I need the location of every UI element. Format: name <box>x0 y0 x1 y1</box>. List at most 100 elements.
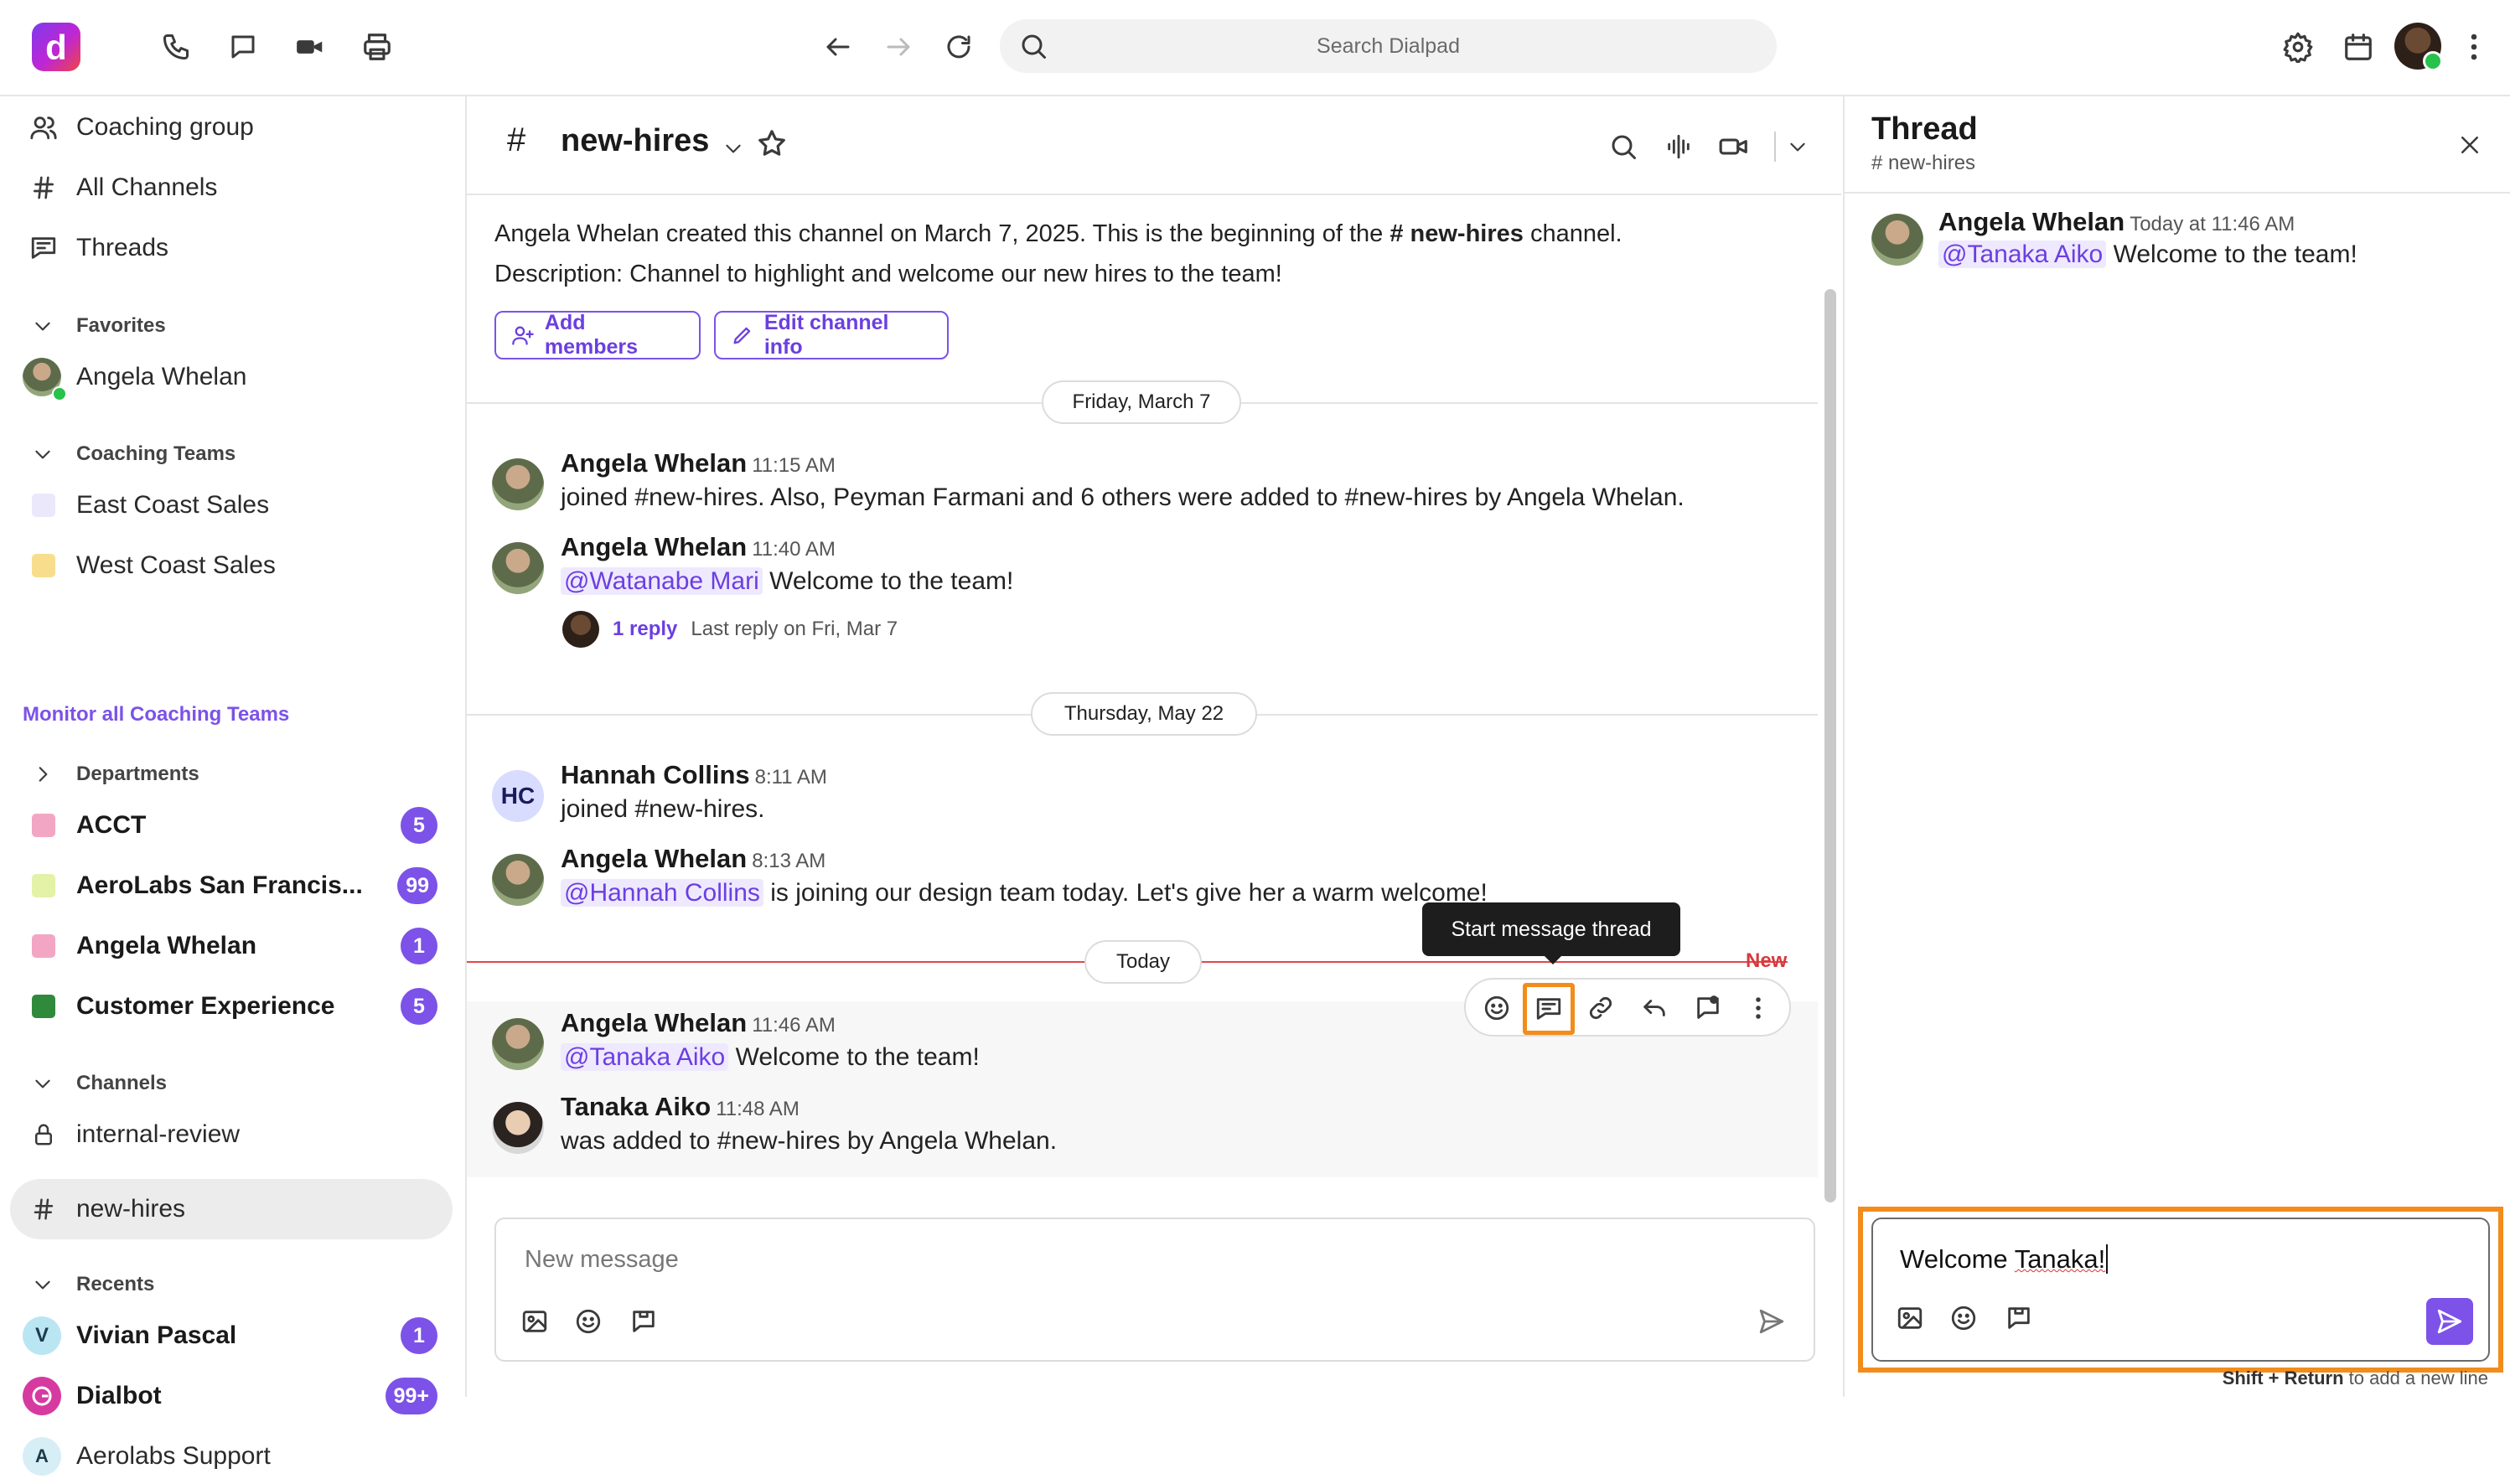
message-composer[interactable]: New message <box>494 1218 1815 1362</box>
header-separator <box>1774 132 1776 162</box>
thread-reply-composer[interactable]: Welcome Tanaka! <box>1871 1218 2490 1362</box>
gif-message-icon[interactable] <box>2000 1300 2037 1337</box>
emoji-reaction-icon[interactable] <box>1476 987 1518 1029</box>
monitor-coaching-teams-link[interactable]: Monitor all Coaching Teams <box>23 703 289 726</box>
more-vertical-icon[interactable] <box>2452 25 2496 69</box>
sidebar-item-angela-whelan-dept[interactable]: Angela Whelan 1 <box>0 918 465 974</box>
image-icon[interactable] <box>1892 1300 1928 1337</box>
video-icon[interactable] <box>288 25 332 69</box>
sidebar-item-label: ACCT <box>76 811 147 839</box>
sidebar-item-angela-whelan-favorite[interactable]: Angela Whelan <box>0 349 465 405</box>
flag-message-icon[interactable] <box>1687 987 1729 1029</box>
input-text-misspelled: Tanaka! <box>2014 1244 2106 1274</box>
section-channels[interactable]: Channels <box>0 1065 465 1102</box>
mention[interactable]: @Tanaka Aiko <box>1938 240 2107 268</box>
emoji-icon[interactable] <box>570 1303 607 1340</box>
settings-gear-icon[interactable] <box>2276 25 2320 69</box>
user-avatar[interactable] <box>2394 23 2443 71</box>
avatar <box>1871 214 1923 266</box>
avatar <box>562 611 599 648</box>
unread-badge: 1 <box>401 928 437 964</box>
sidebar-item-west-coast-sales[interactable]: West Coast Sales <box>0 538 465 593</box>
sidebar-item-east-coast-sales[interactable]: East Coast Sales <box>0 478 465 533</box>
sidebar-item-new-hires[interactable]: new-hires <box>0 1182 465 1237</box>
hash-icon <box>28 173 59 203</box>
message-time: 8:11 AM <box>754 766 827 789</box>
tooltip: Start message thread <box>1422 902 1680 964</box>
sidebar-item-all-channels[interactable]: All Channels <box>0 160 465 215</box>
calendar-icon[interactable] <box>2337 25 2380 69</box>
section-recents[interactable]: Recents <box>0 1266 465 1303</box>
printer-icon[interactable] <box>355 25 399 69</box>
link-icon[interactable] <box>1580 987 1622 1029</box>
thread-reply-input: Welcome Tanaka! <box>1900 1244 2109 1275</box>
sidebar-item-threads[interactable]: Threads <box>0 220 465 276</box>
thread-channel[interactable]: # new-hires <box>1871 152 1975 175</box>
sidebar-item-label: All Channels <box>76 173 218 201</box>
section-title: Favorites <box>76 314 166 337</box>
hint-shortcut: Shift + Return <box>2222 1368 2344 1388</box>
star-icon[interactable] <box>753 125 790 162</box>
video-call-icon[interactable] <box>1716 128 1752 165</box>
start-thread-icon[interactable] <box>1523 983 1575 1035</box>
sidebar: Coaching group All Channels Threads Favo… <box>0 96 467 1476</box>
chevron-down-icon[interactable] <box>715 130 752 167</box>
forward-arrow-icon[interactable] <box>877 25 920 69</box>
avatar: V <box>23 1316 61 1355</box>
reply-icon[interactable] <box>1633 987 1675 1029</box>
back-arrow-icon[interactable] <box>816 25 860 69</box>
send-button[interactable] <box>2426 1298 2473 1345</box>
search-icon[interactable] <box>1605 128 1642 165</box>
message-time: 11:48 AM <box>716 1098 800 1120</box>
gif-message-icon[interactable] <box>625 1303 662 1340</box>
sidebar-item-coaching-group[interactable]: Coaching group <box>0 100 465 155</box>
avatar <box>492 1102 544 1154</box>
search-bar[interactable]: Search Dialpad <box>1000 19 1777 73</box>
department-color-swatch <box>32 934 55 958</box>
message-body: Welcome to the team! <box>762 567 1014 595</box>
audio-waveform-icon[interactable] <box>1660 128 1697 165</box>
sidebar-item-label: Aerolabs Support <box>76 1442 271 1470</box>
phone-icon[interactable] <box>154 25 198 69</box>
dialpad-logo[interactable]: d <box>32 23 80 71</box>
sidebar-item-label: East Coast Sales <box>76 491 270 519</box>
sidebar-item-dialbot[interactable]: Dialbot 99+ <box>0 1368 465 1424</box>
date-separator: Friday, March 7 <box>1042 380 1241 424</box>
top-bar: d Search Dialpad <box>0 0 2510 96</box>
refresh-icon[interactable] <box>937 25 981 69</box>
sidebar-item-vivian-pascal[interactable]: V Vivian Pascal 1 <box>0 1308 465 1363</box>
image-icon[interactable] <box>516 1303 553 1340</box>
sidebar-item-internal-review[interactable]: internal-review <box>0 1107 465 1162</box>
sidebar-item-aerolabs-support[interactable]: A Aerolabs Support <box>0 1429 465 1484</box>
thread-header-divider <box>1845 192 2510 194</box>
close-icon[interactable] <box>2451 127 2488 163</box>
sidebar-item-aerolabs[interactable]: AeroLabs San Francis... 99 <box>0 858 465 913</box>
emoji-icon[interactable] <box>1945 1300 1982 1337</box>
scrollbar[interactable] <box>1824 289 1836 1202</box>
chevron-down-icon <box>32 1274 54 1295</box>
section-favorites[interactable]: Favorites <box>0 308 465 344</box>
mention[interactable]: @Watanabe Mari <box>561 567 763 595</box>
mention[interactable]: @Tanaka Aiko <box>561 1043 729 1071</box>
channel-name[interactable]: new-hires <box>561 123 709 159</box>
section-coaching-teams[interactable]: Coaching Teams <box>0 436 465 473</box>
lock-icon <box>28 1119 59 1150</box>
more-actions-icon[interactable] <box>1737 987 1779 1029</box>
sidebar-item-acct[interactable]: ACCT 5 <box>0 798 465 853</box>
chevron-down-icon <box>32 1073 54 1094</box>
message-icon[interactable] <box>221 25 265 69</box>
hint-text: to add a new line <box>2343 1368 2488 1388</box>
section-departments[interactable]: Departments <box>0 756 465 793</box>
thread-replies[interactable]: 1 reply Last reply on Fri, Mar 7 <box>562 611 898 648</box>
reply-count[interactable]: 1 reply <box>613 618 677 641</box>
channel-header: # new-hires <box>467 96 1841 195</box>
mention[interactable]: @Hannah Collins <box>561 879 763 907</box>
intro-text: channel. <box>1523 220 1622 247</box>
add-members-button[interactable]: Add members <box>494 311 701 359</box>
send-icon[interactable] <box>1753 1303 1790 1340</box>
edit-channel-info-button[interactable]: Edit channel info <box>714 311 949 359</box>
sidebar-item-customer-experience[interactable]: Customer Experience 5 <box>0 979 465 1034</box>
chevron-down-icon[interactable] <box>1779 128 1816 165</box>
chevron-right-icon <box>32 763 54 785</box>
sidebar-item-label: Customer Experience <box>76 992 335 1020</box>
